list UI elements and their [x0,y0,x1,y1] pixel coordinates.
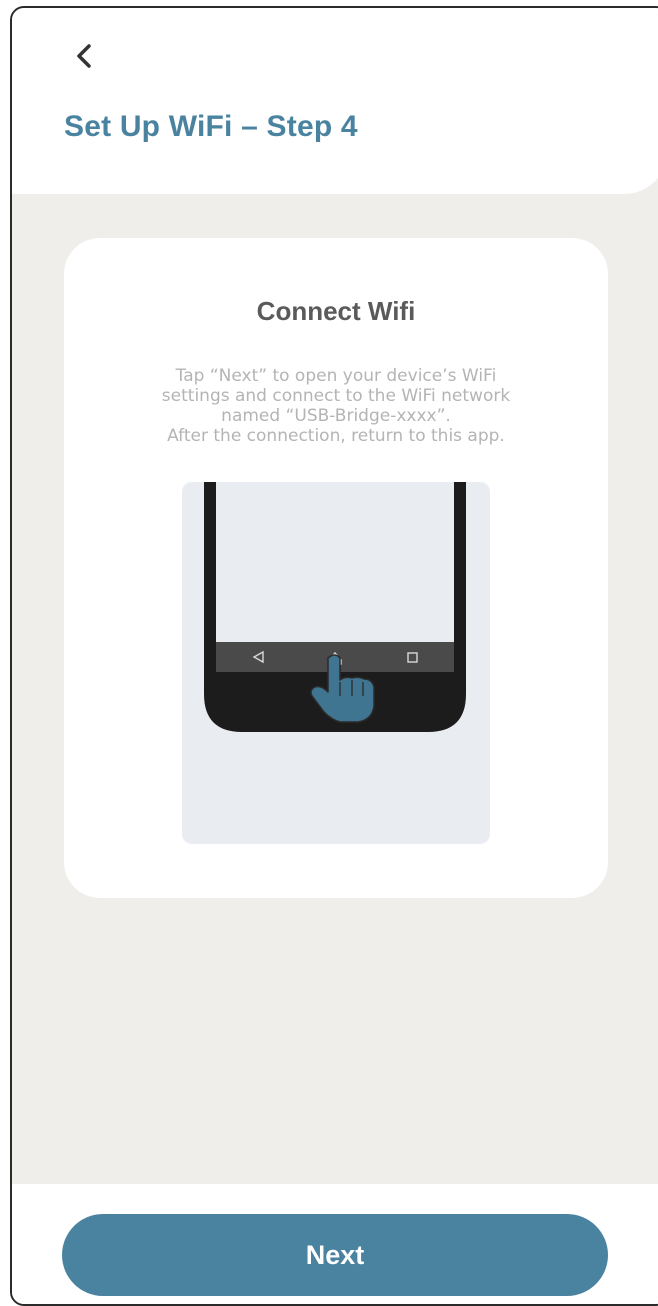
chevron-left-icon [77,44,91,68]
description-line: named “USB-Bridge-xxxx”. [221,406,451,426]
header: Set Up WiFi – Step 4 [12,8,658,194]
card-title: Connect Wifi [256,296,416,326]
description-line: settings and connect to the WiFi network [161,386,511,406]
footer: Next [12,1184,658,1304]
next-button[interactable]: Next [62,1214,608,1296]
page-title: Set Up WiFi – Step 4 [64,110,358,143]
phone-screen [216,482,454,642]
description-line: Tap “Next” to open your device’s WiFi [175,366,497,386]
card-description: Tap “Next” to open your device’s WiFi se… [104,366,568,446]
app-screen: Set Up WiFi – Step 4 Connect Wifi Tap “N… [10,6,658,1306]
back-button[interactable] [66,38,102,74]
phone-illustration [182,482,490,844]
phone-illustration-graphic [204,482,466,732]
instruction-card: Connect Wifi Tap “Next” to open your dev… [64,238,608,898]
description-line: After the connection, return to this app… [167,426,505,446]
